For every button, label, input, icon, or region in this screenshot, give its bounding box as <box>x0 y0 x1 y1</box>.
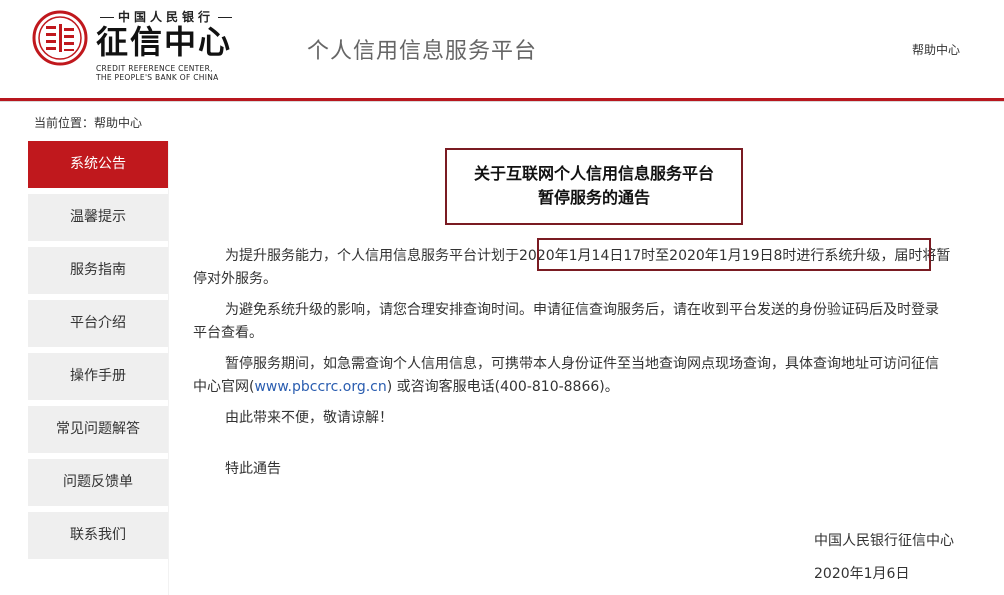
sidebar-item-feedback[interactable]: 问题反馈单 <box>28 459 168 506</box>
signature-organization: 中国人民银行征信中心 <box>814 533 954 549</box>
notice-paragraph-1: 为提升服务能力，个人信用信息服务平台计划于2020年1月14日17时至2020年… <box>193 245 993 291</box>
sidebar-item-platform-intro[interactable]: 平台介绍 <box>28 300 168 347</box>
signature-date: 2020年1月6日 <box>814 566 910 582</box>
sidebar-item-contact[interactable]: 联系我们 <box>28 512 168 559</box>
notice-paragraph-4: 由此带来不便，敬请谅解！ <box>193 407 993 430</box>
notice-paragraph-5: 特此通告 <box>193 458 993 481</box>
platform-title: 个人信用信息服务平台 <box>307 39 538 64</box>
content-divider <box>168 141 169 595</box>
p4-text: 由此带来不便，敬请谅解！ <box>225 410 393 426</box>
sidebar-item-manual[interactable]: 操作手册 <box>28 353 168 400</box>
p1-text-a: 为提升服务能力，个人信用信息服务平台计划于 <box>225 248 519 264</box>
sidebar-item-announcements[interactable]: 系统公告 <box>28 141 168 188</box>
p2-text-a: 为避免系统升级的影响，请您合理安排查询时间。申请征信查询服务后，请在收到平台发送… <box>225 302 939 318</box>
header-divider <box>0 101 1004 102</box>
logo-dash-left <box>100 17 114 18</box>
p1-upgrade-window: 2020年1月14日17时至2020年1月19日8时进行系统升级 <box>519 248 881 264</box>
p1-text-c: ，届时将暂 <box>880 248 951 264</box>
logo-title: 征信中心 <box>96 23 233 61</box>
help-sidebar: 系统公告 温馨提示 服务指南 平台介绍 操作手册 常见问题解答 问题反馈单 联系… <box>28 141 168 565</box>
p1-text-d: 停对外服务。 <box>193 271 277 287</box>
sidebar-item-service-guide[interactable]: 服务指南 <box>28 247 168 294</box>
notice-paragraph-3: 暂停服务期间，如急需查询个人信用信息，可携带本人身份证件至当地查询网点现场查询，… <box>193 353 993 399</box>
p5-text: 特此通告 <box>225 461 281 477</box>
notice-paragraph-2: 为避免系统升级的影响，请您合理安排查询时间。申请征信查询服务后，请在收到平台发送… <box>193 299 993 345</box>
notice-title-box: 关于互联网个人信用信息服务平台 暂停服务的通告 <box>445 148 743 225</box>
p3-text-a: 暂停服务期间，如急需查询个人信用信息，可携带本人身份证件至当地查询网点现场查询，… <box>225 356 939 372</box>
logo-bank-text: 中国人民银行 <box>118 10 215 24</box>
p3-text-b: 中心官网( <box>193 379 255 395</box>
logo-english-line2: THE PEOPLE'S BANK OF CHINA <box>96 73 219 82</box>
help-center-link[interactable]: 帮助中心 <box>912 41 960 58</box>
p2-text-b: 平台查看。 <box>193 325 263 341</box>
notice-title-line2: 暂停服务的通告 <box>537 188 650 207</box>
breadcrumb: 当前位置：帮助中心 <box>34 116 143 130</box>
credit-center-seal-icon <box>32 10 88 66</box>
site-header: 中国人民银行 征信中心 CREDIT REFERENCE CENTER, THE… <box>0 0 1004 98</box>
sidebar-item-faq[interactable]: 常见问题解答 <box>28 406 168 453</box>
logo-dash-right <box>218 17 233 18</box>
sidebar-item-tips[interactable]: 温馨提示 <box>28 194 168 241</box>
notice-title-line1: 关于互联网个人信用信息服务平台 <box>473 164 714 183</box>
logo-english-line1: CREDIT REFERENCE CENTER, <box>96 64 213 73</box>
p3-text-c: ) 或咨询客服电话(400-810-8866)。 <box>386 379 619 395</box>
pbccrc-website-link[interactable]: www.pbccrc.org.cn <box>254 379 386 395</box>
